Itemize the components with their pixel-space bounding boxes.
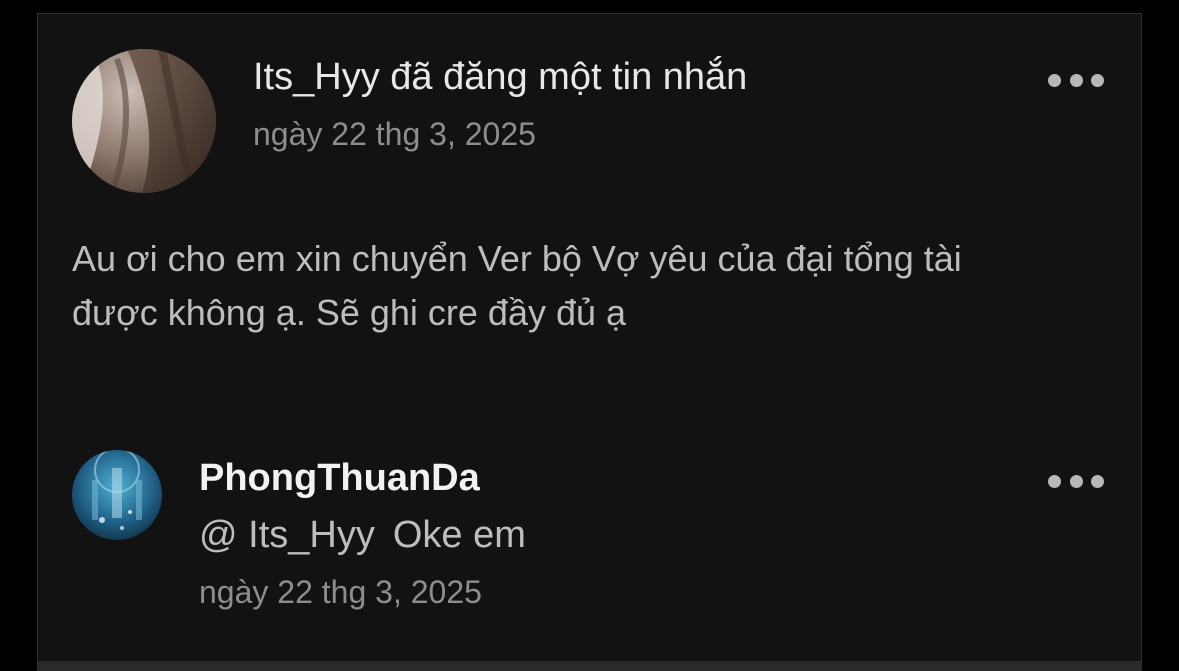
- dot: [1069, 474, 1083, 488]
- reply-author-name[interactable]: PhongThuanDa: [199, 457, 480, 500]
- dot: [1091, 474, 1104, 488]
- post-header: Its_Hyy đã đăng một tin nhắn: [253, 56, 748, 98]
- dot: [1048, 474, 1061, 488]
- reply-text: Oke em: [392, 514, 526, 556]
- more-options-icon[interactable]: [1048, 72, 1104, 88]
- dot: [1091, 73, 1104, 87]
- post-date: ngày 22 thg 3, 2025: [253, 116, 536, 152]
- post-body-line: Au ơi cho em xin chuyển Ver bộ Vợ yêu củ…: [72, 238, 962, 279]
- dot: [1048, 73, 1061, 87]
- post-body-line: được không ạ. Sẽ ghi cre đầy đủ ạ: [72, 292, 627, 333]
- reply-content: @ Its_Hyy Oke em: [199, 514, 526, 557]
- reply-author-avatar[interactable]: [72, 450, 162, 540]
- dot: [1069, 73, 1083, 87]
- reply-mention[interactable]: @ Its_Hyy: [199, 514, 375, 556]
- reply-more-options-icon[interactable]: [1048, 473, 1104, 489]
- post-body: Au ơi cho em xin chuyển Ver bộ Vợ yêu củ…: [72, 232, 1072, 340]
- reply-date: ngày 22 thg 3, 2025: [199, 574, 482, 610]
- bottom-divider: [37, 661, 1142, 671]
- author-avatar[interactable]: [72, 49, 216, 193]
